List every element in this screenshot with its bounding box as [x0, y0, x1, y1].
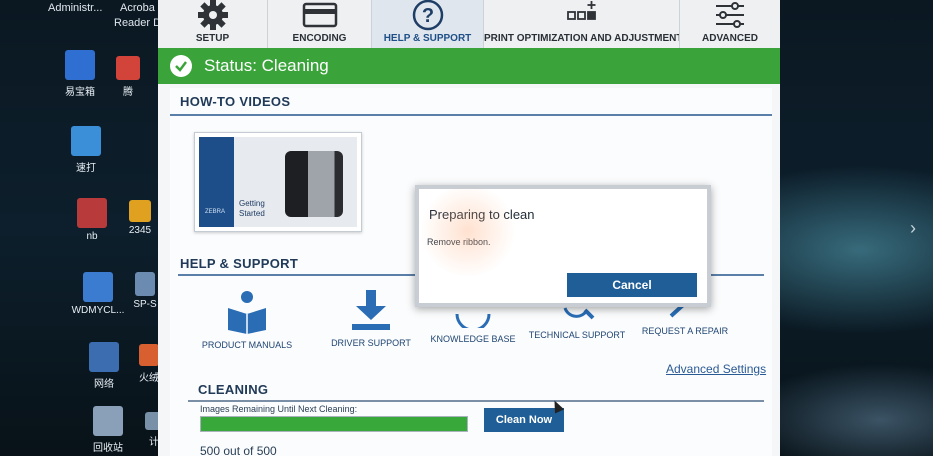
chevron-right-icon[interactable]: ›	[910, 218, 916, 239]
tab-help-support[interactable]: ? HELP & SUPPORT	[372, 0, 484, 48]
desktop-icon-wdmycl[interactable]: WDMYCL...	[66, 272, 130, 316]
preparing-to-clean-dialog: Preparing to clean Remove ribbon. Cancel	[415, 185, 711, 307]
zebra-logo: ZEBRA	[205, 209, 226, 215]
video-caption: Getting Started	[239, 199, 265, 219]
desktop-icon-label: 易宝箱	[65, 87, 95, 98]
tab-setup[interactable]: SETUP	[158, 0, 268, 48]
support-item-label: KNOWLEDGE BASE	[430, 334, 516, 344]
recycle-bin-icon	[93, 406, 123, 436]
desktop-icon-suda[interactable]: 速打	[56, 126, 116, 174]
section-title-howto-videos: HOW-TO VIDEOS	[170, 94, 772, 116]
tab-label: SETUP	[195, 33, 230, 44]
tab-label: ENCODING	[292, 33, 347, 44]
cleaning-count-text: 500 out of 500	[200, 444, 277, 456]
tab-label: ADVANCED	[702, 33, 758, 44]
product-manuals-link[interactable]: PRODUCT MANUALS	[192, 288, 302, 350]
desktop-label-reader: Reader D	[114, 17, 162, 29]
printer-app-icon	[71, 126, 101, 156]
document-icon	[83, 272, 113, 302]
desktop-icon-recycle-bin[interactable]: 回收站	[78, 406, 138, 454]
desktop-icon-label: nb	[86, 231, 98, 242]
archive-icon	[77, 198, 107, 228]
status-text: Status: Cleaning	[204, 56, 329, 75]
clean-now-button[interactable]: Clean Now	[484, 408, 564, 432]
desktop-icon-label: SP-S	[133, 299, 157, 310]
section-title-cleaning: CLEANING	[188, 382, 764, 402]
dialog-message: Remove ribbon.	[427, 237, 491, 247]
cleaning-progress-fill	[201, 417, 467, 431]
tab-label: PRINT OPTIMIZATION AND ADJUSTMENT	[484, 33, 679, 44]
card-icon	[302, 2, 337, 28]
desktop-icon-2345[interactable]: 2345	[122, 200, 158, 236]
driver-support-link[interactable]: DRIVER SUPPORT	[316, 286, 426, 348]
desktop-label-acrobat: Acroba	[120, 2, 155, 14]
support-item-label: PRODUCT MANUALS	[201, 340, 293, 350]
advanced-settings-link[interactable]: Advanced Settings	[666, 362, 766, 376]
printer-image	[285, 151, 343, 217]
video-caption-line2: Started	[239, 209, 265, 218]
question-icon: ?	[412, 0, 443, 31]
support-item-label: DRIVER SUPPORT	[331, 338, 411, 348]
app-icon	[129, 200, 151, 222]
tab-advanced[interactable]: ADVANCED	[680, 0, 780, 48]
desktop-icon-nb[interactable]: nb	[62, 198, 122, 242]
firewall-icon	[139, 344, 159, 366]
app-icon	[116, 56, 140, 80]
desktop-icon-label: 速打	[76, 163, 96, 174]
desktop-icon-label: WDMYCL...	[71, 305, 125, 316]
sliders-icon	[716, 2, 744, 28]
tab-print-optimization[interactable]: PRINT OPTIMIZATION AND ADJUSTMENT	[484, 0, 680, 48]
desktop-icon-yibaoxiang[interactable]: 易宝箱	[50, 50, 110, 98]
top-navigation: SETUP ENCODING ? HELP & SUPPORT PRINT OP…	[158, 0, 780, 49]
status-bar: Status: Cleaning	[158, 48, 780, 84]
grid-plus-icon	[566, 1, 596, 20]
network-icon	[89, 342, 119, 372]
manual-reader-icon	[228, 291, 266, 334]
tab-encoding[interactable]: ENCODING	[268, 0, 372, 48]
toolbox-icon	[65, 50, 95, 80]
desktop-icon-label: 腾	[123, 87, 133, 98]
cleaning-remaining-label: Images Remaining Until Next Cleaning:	[200, 404, 358, 414]
checkmark-icon	[170, 55, 192, 77]
cleaning-progress-bar	[200, 416, 468, 432]
desktop-icon-sps[interactable]: SP-S	[130, 272, 160, 310]
cancel-button[interactable]: Cancel	[567, 273, 697, 297]
desktop-icon-label: 网络	[94, 379, 114, 390]
svg-text:?: ?	[421, 5, 433, 27]
download-icon	[352, 290, 390, 330]
desktop-icon-teng[interactable]: 腾	[108, 56, 148, 98]
video-getting-started[interactable]: Getting Started ZEBRA	[194, 132, 362, 232]
desktop-icon-label: 火绒	[139, 373, 159, 384]
desktop-icon-network[interactable]: 网络	[74, 342, 134, 390]
video-frame: Getting Started ZEBRA	[199, 137, 357, 227]
desktop-label-administrator: Administr...	[48, 2, 103, 14]
app-icon	[135, 272, 155, 296]
support-item-label: REQUEST A REPAIR	[641, 326, 729, 336]
support-item-label: TECHNICAL SUPPORT	[528, 330, 626, 340]
dialog-title: Preparing to clean	[429, 207, 535, 222]
tab-label: HELP & SUPPORT	[383, 33, 472, 44]
desktop-icon-label: 2345	[128, 225, 152, 236]
gear-icon	[197, 0, 228, 30]
desktop-icon-label: 回收站	[93, 443, 123, 454]
video-caption-line1: Getting	[239, 199, 265, 208]
